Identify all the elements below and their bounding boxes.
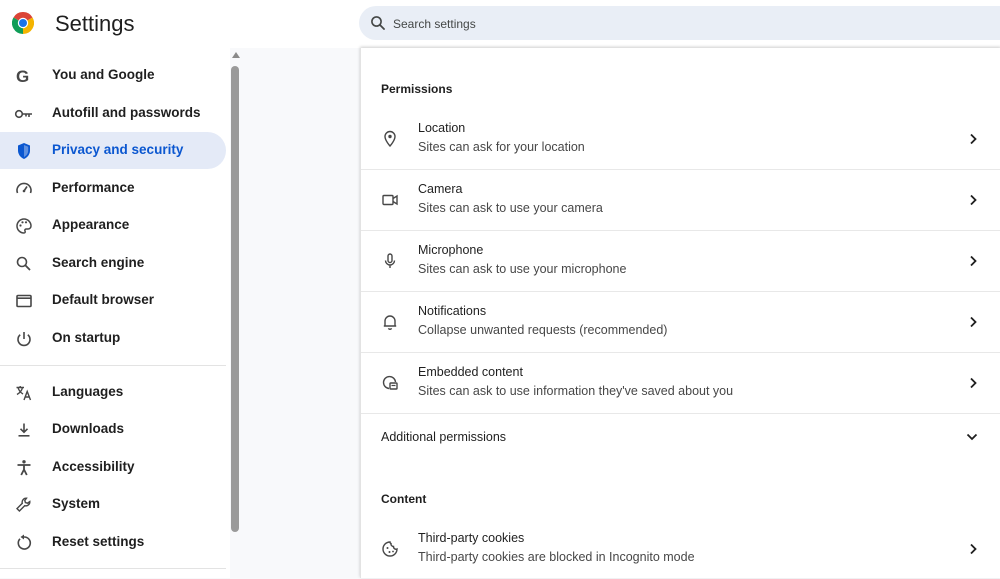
row-title: Third-party cookies (418, 531, 525, 545)
row-subtitle: Sites can ask to use information they've… (418, 384, 734, 398)
wrench-icon (14, 495, 34, 515)
search-input[interactable] (391, 6, 995, 42)
row-title: Notifications (418, 304, 487, 318)
permission-row-embedded-content[interactable]: Embedded content Sites can ask to use in… (361, 353, 1000, 413)
sidebar-item-appearance[interactable]: Appearance (0, 207, 226, 244)
chevron-right-icon (966, 541, 980, 557)
chevron-right-icon (966, 192, 980, 208)
chevron-right-icon (966, 253, 980, 269)
bell-icon (380, 312, 400, 332)
chrome-logo-icon (12, 12, 34, 34)
row-title: Microphone (418, 243, 484, 257)
sidebar-item-label: Autofill and passwords (52, 105, 201, 120)
power-icon (14, 329, 34, 349)
sidebar-item-label: Appearance (52, 217, 130, 232)
permission-row-camera[interactable]: Camera Sites can ask to use your camera (361, 170, 1000, 230)
sidebar-item-label: Reset settings (52, 534, 145, 549)
row-title: Embedded content (418, 365, 523, 379)
embedded-content-icon (380, 373, 400, 393)
sidebar-divider (0, 365, 226, 366)
permission-row-location[interactable]: Location Sites can ask for your location (361, 109, 1000, 169)
sidebar-item-label: You and Google (52, 67, 155, 82)
sidebar-item-label: System (52, 496, 101, 511)
sidebar-scrollbar[interactable] (230, 48, 242, 578)
cookie-icon (380, 539, 400, 559)
accessibility-icon (14, 458, 34, 478)
content-row-third-party-cookies[interactable]: Third-party cookies Third-party cookies … (361, 519, 1000, 579)
section-title-permissions: Permissions (381, 82, 453, 96)
scroll-thumb[interactable] (231, 66, 239, 532)
additional-permissions-label: Additional permissions (381, 430, 507, 444)
row-subtitle: Third-party cookies are blocked in Incog… (418, 550, 695, 564)
sidebar-item-label: Downloads (52, 421, 125, 436)
chevron-down-icon (964, 430, 980, 444)
sidebar-item-label: On startup (52, 330, 121, 345)
shield-icon (14, 141, 34, 161)
settings-card: Permissions Location Sites can ask for y… (360, 48, 1000, 578)
chevron-right-icon (966, 375, 980, 391)
sidebar-item-reset-settings[interactable]: Reset settings (0, 524, 226, 561)
sidebar-item-label: Languages (52, 384, 124, 399)
permission-row-microphone[interactable]: Microphone Sites can ask to use your mic… (361, 231, 1000, 291)
row-subtitle: Sites can ask for your location (418, 140, 585, 154)
sidebar-item-privacy-and-security[interactable]: Privacy and security (0, 132, 226, 169)
google-g-icon: G (14, 66, 34, 86)
palette-icon (14, 216, 34, 236)
scroll-up-arrow-icon[interactable] (232, 52, 240, 58)
sidebar: G You and Google Autofill and passwords … (0, 48, 230, 578)
additional-permissions-expander[interactable]: Additional permissions (361, 414, 1000, 460)
row-subtitle: Collapse unwanted requests (recommended) (418, 323, 668, 337)
search-box[interactable] (359, 6, 1000, 42)
sidebar-item-on-startup[interactable]: On startup (0, 320, 226, 357)
sidebar-item-autofill[interactable]: Autofill and passwords (0, 95, 226, 132)
page-title: Settings (55, 11, 135, 36)
row-subtitle: Sites can ask to use your microphone (418, 262, 627, 276)
sidebar-item-you-and-google[interactable]: G You and Google (0, 57, 226, 94)
sidebar-item-label: Performance (52, 180, 135, 195)
sidebar-divider (0, 568, 226, 569)
location-pin-icon (380, 129, 400, 149)
key-icon (14, 104, 34, 124)
speedometer-icon (14, 179, 34, 199)
sidebar-item-label: Search engine (52, 255, 145, 270)
search-icon (14, 254, 34, 274)
svg-text:G: G (16, 67, 29, 86)
sidebar-item-label: Default browser (52, 292, 155, 307)
sidebar-item-system[interactable]: System (0, 486, 226, 523)
sidebar-item-search-engine[interactable]: Search engine (0, 245, 226, 282)
row-title: Camera (418, 182, 463, 196)
row-title: Location (418, 121, 466, 135)
sidebar-item-accessibility[interactable]: Accessibility (0, 449, 226, 486)
download-icon (14, 420, 34, 440)
sidebar-item-performance[interactable]: Performance (0, 170, 226, 207)
reset-icon (14, 533, 34, 553)
microphone-icon (380, 251, 400, 271)
sidebar-item-default-browser[interactable]: Default browser (0, 282, 226, 319)
section-title-content: Content (381, 492, 427, 506)
row-subtitle: Sites can ask to use your camera (418, 201, 603, 215)
sidebar-item-languages[interactable]: Languages (0, 374, 226, 411)
camera-icon (380, 190, 400, 210)
chevron-right-icon (966, 314, 980, 330)
search-icon (370, 15, 386, 31)
translate-icon (14, 383, 34, 403)
sidebar-item-downloads[interactable]: Downloads (0, 411, 226, 448)
permission-row-notifications[interactable]: Notifications Collapse unwanted requests… (361, 292, 1000, 352)
header: Settings (0, 0, 1000, 48)
sidebar-item-label: Accessibility (52, 459, 135, 474)
chevron-right-icon (966, 131, 980, 147)
browser-window-icon (14, 291, 34, 311)
sidebar-item-label: Privacy and security (52, 142, 184, 157)
